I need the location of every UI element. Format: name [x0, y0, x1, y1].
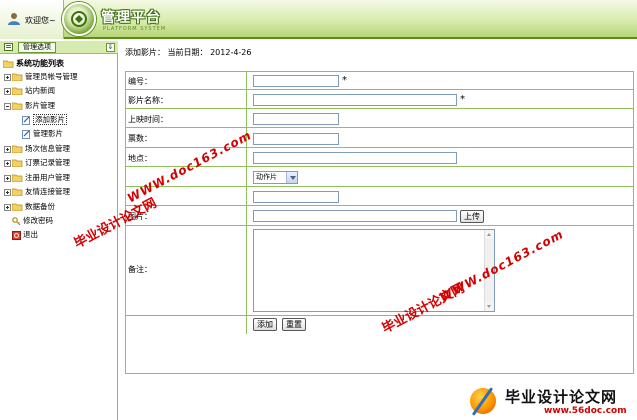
header-bar: 欢迎您~ 管理平台 PLATFORM SYSTEM: [0, 0, 637, 39]
sidebar-item-label: 影片管理: [25, 101, 55, 110]
options-list-icon: [4, 43, 13, 51]
sidebar-item-label: 修改密码: [23, 216, 53, 225]
sidebar-toolbar: 管理选项 ⇓: [0, 41, 118, 54]
tickets-label: 票数：: [128, 134, 152, 143]
film-type-selected: 动作片: [256, 173, 277, 181]
sidebar-item-add-film[interactable]: 添加影片: [22, 114, 67, 125]
submit-button[interactable]: 添加: [253, 318, 277, 331]
sidebar-item-friend-links[interactable]: 友情连接管理: [4, 186, 70, 197]
folder-open-icon: [12, 102, 23, 110]
chevron-down-icon[interactable]: [286, 172, 297, 183]
folder-open-icon: [3, 60, 14, 68]
remark-label: 备注：: [128, 265, 152, 274]
sidebar-item-booking-records[interactable]: 订票记录管理: [4, 157, 70, 168]
location-input[interactable]: [253, 152, 457, 164]
footer-url: www.56doc.com: [544, 406, 627, 416]
welcome-text: 欢迎您~: [25, 16, 56, 25]
folder-icon: [12, 159, 23, 167]
sidebar-item-label: 管理员帐号管理: [25, 72, 78, 81]
form-row-extra: [126, 187, 633, 206]
expand-plus-icon[interactable]: [4, 174, 11, 182]
expand-plus-icon[interactable]: [4, 188, 11, 196]
logo-icon: [62, 2, 96, 36]
footer-watermark-logo: 毕业设计论文网 www.56doc.com: [466, 382, 637, 420]
image-path-input[interactable]: [253, 210, 457, 222]
reset-button[interactable]: 重置: [282, 318, 306, 331]
scroll-up-icon[interactable]: [485, 230, 494, 239]
folder-icon: [12, 87, 23, 95]
options-button[interactable]: 管理选项: [18, 42, 56, 53]
expand-plus-icon[interactable]: [4, 145, 11, 153]
folder-icon: [12, 203, 23, 211]
header-user-area: 欢迎您~: [0, 0, 64, 39]
sidebar-item-film-management[interactable]: 影片管理: [4, 100, 55, 111]
tree-root[interactable]: 系统功能列表: [3, 58, 64, 69]
expand-plus-icon[interactable]: [4, 73, 11, 81]
brand-title: 管理平台: [101, 10, 161, 26]
film-type-select[interactable]: 动作片: [253, 171, 298, 184]
name-label: 影片名称：: [128, 96, 168, 105]
sidebar-item-label: 友情连接管理: [25, 187, 70, 196]
remark-textarea[interactable]: [253, 229, 495, 312]
add-film-form: 编号： * 影片名称： * 上映时间： 票数： 地点： 动作片 图片： 上传 备…: [125, 71, 634, 374]
sidebar-item-label: 退出: [23, 230, 38, 239]
user-icon: [8, 13, 20, 25]
exit-icon: [12, 230, 21, 240]
sidebar-item-change-password[interactable]: 修改密码: [12, 215, 53, 226]
expand-plus-icon[interactable]: [4, 159, 11, 167]
expand-plus-icon[interactable]: [4, 87, 11, 95]
required-mark: *: [460, 94, 465, 105]
sidebar-item-manage-films[interactable]: 管理影片: [22, 128, 63, 139]
sidebar-item-label: 场次信息管理: [25, 144, 70, 153]
sidebar-item-logout[interactable]: 退出: [12, 229, 38, 240]
sidebar-item-label: 管理影片: [33, 129, 63, 138]
sidebar-item-label: 数据备份: [25, 202, 55, 211]
form-row-id: 编号： *: [126, 72, 633, 90]
sidebar-item-showtimes[interactable]: 场次信息管理: [4, 143, 70, 154]
edit-doc-icon: [22, 129, 30, 139]
brand-subtitle: PLATFORM SYSTEM: [103, 26, 167, 32]
breadcrumb: 添加影片： 当前日期： 2012-4-26: [125, 48, 252, 57]
id-input[interactable]: [253, 75, 339, 87]
expand-plus-icon[interactable]: [4, 203, 11, 211]
collapse-minus-icon[interactable]: [4, 102, 11, 110]
sidebar-item-label: 添加影片: [33, 114, 67, 125]
form-row-name: 影片名称： *: [126, 90, 633, 109]
folder-icon: [12, 188, 23, 196]
form-row-type: 动作片: [126, 167, 633, 187]
scroll-down-icon[interactable]: [485, 302, 494, 311]
tickets-input[interactable]: [253, 133, 339, 145]
globe-icon: [470, 388, 496, 414]
film-name-input[interactable]: [253, 94, 457, 106]
edit-doc-icon: [22, 115, 30, 125]
folder-icon: [12, 73, 23, 81]
release-date-input[interactable]: [253, 113, 339, 125]
sidebar-item-site-news[interactable]: 站内新闻: [4, 85, 55, 96]
upload-button[interactable]: 上传: [460, 210, 484, 223]
footer-title: 毕业设计论文网: [505, 388, 618, 406]
collapse-arrow-icon[interactable]: ⇓: [106, 43, 115, 52]
form-row-image: 图片： 上传: [126, 206, 633, 226]
folder-icon: [12, 145, 23, 153]
sidebar-item-data-backup[interactable]: 数据备份: [4, 201, 55, 212]
sidebar-item-label: 订票记录管理: [25, 158, 70, 167]
tree-root-label: 系统功能列表: [16, 59, 64, 68]
key-icon: [12, 216, 21, 225]
sidebar-item-label: 注册用户管理: [25, 173, 70, 182]
sidebar-item-registered-users[interactable]: 注册用户管理: [4, 172, 70, 183]
id-label: 编号：: [128, 77, 152, 86]
sidebar-item-admin-accounts[interactable]: 管理员帐号管理: [4, 71, 78, 82]
location-label: 地点：: [128, 154, 152, 163]
folder-icon: [12, 174, 23, 182]
form-row-release: 上映时间：: [126, 109, 633, 128]
release-label: 上映时间：: [128, 115, 168, 124]
extra-input[interactable]: [253, 191, 339, 203]
form-row-tickets: 票数：: [126, 128, 633, 148]
sidebar-item-label: 站内新闻: [25, 86, 55, 95]
required-mark: *: [342, 75, 347, 86]
